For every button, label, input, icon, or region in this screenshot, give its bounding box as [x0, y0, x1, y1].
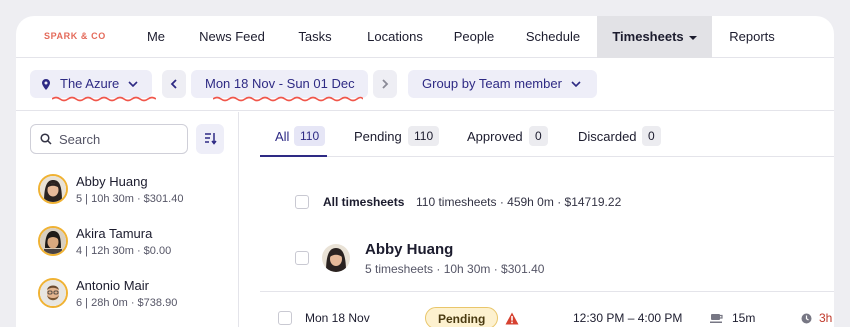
- date-range-label: Mon 18 Nov - Sun 01 Dec: [205, 76, 355, 91]
- timesheet-date: Mon 18 Nov: [305, 311, 370, 325]
- tab-approved[interactable]: Approved 0: [467, 126, 551, 146]
- tab-count: 0: [529, 126, 548, 146]
- list-item[interactable]: Antonio Mair 6 | 28h 0m · $738.90: [16, 278, 239, 327]
- brand-logo[interactable]: SPARK & CO: [44, 31, 106, 41]
- nav-item-news-feed[interactable]: News Feed: [192, 16, 272, 58]
- group-by-label: Group by Team member: [422, 76, 562, 91]
- tab-pending[interactable]: Pending 110: [354, 126, 440, 146]
- nav-item-timesheets-label: Timesheets: [612, 29, 684, 44]
- sort-button[interactable]: [196, 124, 224, 154]
- spellcheck-underline: [52, 96, 156, 102]
- app-window: SPARK & CO Me News Feed Tasks Locations …: [16, 16, 834, 327]
- tab-label: Approved: [467, 129, 523, 144]
- avatar: [38, 278, 68, 308]
- tab-all[interactable]: All 110: [275, 126, 327, 146]
- nav-item-tasks[interactable]: Tasks: [288, 16, 342, 58]
- chevron-left-icon: [170, 79, 177, 89]
- location-selector[interactable]: The Azure: [30, 70, 156, 102]
- person-summary: 5 | 10h 30m · $301.40: [76, 193, 184, 205]
- avatar: [38, 226, 68, 256]
- coffee-cup-icon: [710, 314, 723, 323]
- tab-label: All: [275, 129, 290, 144]
- avatar: [322, 244, 350, 272]
- top-nav: SPARK & CO Me News Feed Tasks Locations …: [16, 16, 834, 58]
- summary-meta: 110 timesheets · 459h 0m · $14719.22: [416, 195, 622, 209]
- search-input[interactable]: Search: [30, 124, 188, 154]
- spellcheck-underline: [213, 96, 363, 102]
- nav-item-locations[interactable]: Locations: [358, 16, 432, 58]
- clock-icon: [801, 313, 812, 324]
- search-placeholder: Search: [59, 132, 101, 147]
- tab-label: Pending: [354, 129, 402, 144]
- select-all-checkbox[interactable]: [295, 195, 309, 209]
- nav-item-timesheets[interactable]: Timesheets: [597, 16, 712, 58]
- map-pin-icon: [42, 79, 50, 90]
- timesheet-break: 15m: [732, 311, 756, 325]
- timesheet-time-range: 12:30 PM – 4:00 PM: [573, 311, 683, 325]
- tab-count: 110: [294, 126, 326, 146]
- nav-item-reports[interactable]: Reports: [720, 16, 784, 58]
- divider: [260, 291, 834, 292]
- location-label: The Azure: [60, 76, 120, 91]
- chevron-down-icon: [128, 81, 138, 87]
- warning-icon[interactable]: [505, 312, 519, 325]
- list-item[interactable]: Abby Huang 5 | 10h 30m · $301.40: [16, 174, 239, 226]
- active-tab-indicator: [260, 155, 327, 157]
- status-tabs: All 110 Pending 110 Approved 0 Discarded…: [260, 112, 834, 157]
- nav-item-me[interactable]: Me: [134, 16, 178, 58]
- status-badge: Pending: [425, 307, 499, 327]
- avatar: [38, 174, 68, 204]
- next-period-button[interactable]: [373, 70, 397, 98]
- nav-item-schedule[interactable]: Schedule: [516, 16, 590, 58]
- employee-summary: 5 timesheets · 10h 30m · $301.40: [365, 262, 545, 276]
- sort-icon: [205, 133, 217, 145]
- date-range-selector[interactable]: Mon 18 Nov - Sun 01 Dec: [191, 70, 368, 102]
- caret-down-icon: [688, 35, 697, 40]
- tab-count: 110: [408, 126, 440, 146]
- timesheets-panel: All 110 Pending 110 Approved 0 Discarded…: [240, 112, 834, 327]
- tab-discarded[interactable]: Discarded 0: [578, 126, 664, 146]
- person-name: Antonio Mair: [76, 278, 149, 293]
- tab-label: Discarded: [578, 129, 637, 144]
- person-name: Akira Tamura: [76, 226, 153, 241]
- timesheet-duration: 3h: [819, 311, 833, 325]
- group-by-selector[interactable]: Group by Team member: [408, 70, 597, 98]
- employee-checkbox[interactable]: [295, 251, 309, 265]
- summary-title: All timesheets: [323, 195, 405, 209]
- prev-period-button[interactable]: [162, 70, 186, 98]
- chevron-right-icon: [382, 79, 389, 89]
- chevron-down-icon: [571, 81, 581, 87]
- person-name: Abby Huang: [76, 174, 148, 189]
- employee-name[interactable]: Abby Huang: [365, 241, 453, 258]
- people-sidebar: Search Abby Huang 5 | 10h 30m · $301.40 …: [16, 112, 239, 327]
- tab-count: 0: [642, 126, 661, 146]
- nav-item-people[interactable]: People: [444, 16, 504, 58]
- person-summary: 6 | 28h 0m · $738.90: [76, 297, 178, 309]
- timesheet-checkbox[interactable]: [278, 311, 292, 325]
- filter-bar: The Azure Mon 18 Nov - Sun 01 Dec Group …: [16, 58, 834, 111]
- list-item[interactable]: Akira Tamura 4 | 12h 30m · $0.00: [16, 226, 239, 278]
- person-summary: 4 | 12h 30m · $0.00: [76, 245, 172, 257]
- search-icon: [40, 133, 52, 145]
